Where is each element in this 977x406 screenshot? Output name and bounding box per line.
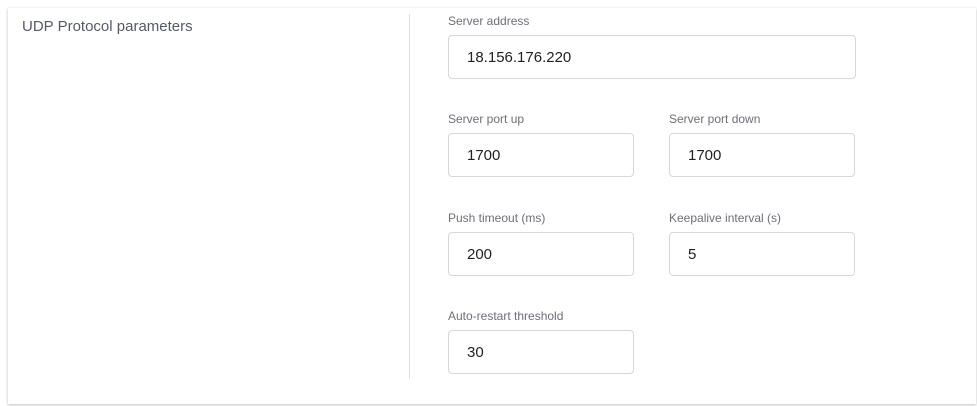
auto-restart-threshold-field: Auto-restart threshold <box>448 309 634 374</box>
server-address-field: Server address <box>448 14 856 79</box>
server-port-down-input[interactable] <box>669 133 855 177</box>
server-port-down-label: Server port down <box>669 112 761 126</box>
push-timeout-field: Push timeout (ms) <box>448 211 634 276</box>
keepalive-interval-field: Keepalive interval (s) <box>669 211 855 276</box>
push-timeout-label: Push timeout (ms) <box>448 211 546 225</box>
server-port-down-field: Server port down <box>669 112 855 177</box>
section-title: UDP Protocol parameters <box>22 18 193 35</box>
server-address-label: Server address <box>448 14 530 28</box>
server-port-up-input[interactable] <box>448 133 634 177</box>
push-timeout-input[interactable] <box>448 232 634 276</box>
server-port-up-label: Server port up <box>448 112 525 126</box>
auto-restart-threshold-label: Auto-restart threshold <box>448 309 564 323</box>
keepalive-interval-label: Keepalive interval (s) <box>669 211 782 225</box>
vertical-divider <box>409 14 410 379</box>
server-port-up-field: Server port up <box>448 112 634 177</box>
udp-settings-panel: UDP Protocol parameters Server address S… <box>8 8 976 404</box>
keepalive-interval-input[interactable] <box>669 232 855 276</box>
server-address-input[interactable] <box>448 35 856 79</box>
auto-restart-threshold-input[interactable] <box>448 330 634 374</box>
